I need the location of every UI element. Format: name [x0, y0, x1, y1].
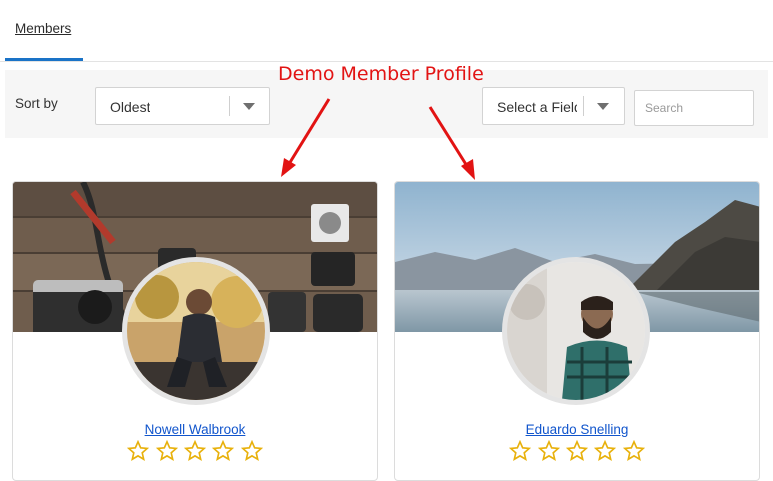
tab-members-label: Members	[15, 21, 72, 36]
avatar[interactable]	[122, 257, 270, 405]
field-select-divider	[583, 96, 584, 116]
annotation-arrowhead-left	[281, 158, 296, 177]
star-icon[interactable]	[212, 440, 235, 462]
member-name-link[interactable]: Eduardo Snelling	[395, 422, 759, 437]
star-icon[interactable]	[594, 440, 617, 462]
star-icon[interactable]	[240, 440, 263, 462]
sort-select-value: Oldest	[110, 99, 151, 115]
star-icon[interactable]	[622, 440, 645, 462]
sort-by-label: Sort by	[15, 96, 58, 111]
field-select[interactable]: Select a Field	[482, 87, 625, 125]
avatar[interactable]	[502, 257, 650, 405]
star-icon[interactable]	[509, 440, 532, 462]
chevron-down-icon[interactable]	[243, 103, 255, 110]
star-icon[interactable]	[155, 440, 178, 462]
tab-members[interactable]: Members	[5, 0, 83, 61]
star-icon[interactable]	[537, 440, 560, 462]
star-icon[interactable]	[566, 440, 588, 462]
sort-select-divider	[229, 96, 230, 116]
rating-stars[interactable]	[395, 440, 759, 467]
sort-select[interactable]: Oldest	[95, 87, 270, 125]
star-icon[interactable]	[127, 440, 150, 462]
chevron-down-icon[interactable]	[597, 103, 609, 110]
annotation-arrowhead-right	[461, 159, 475, 180]
tab-bar: Members	[0, 0, 773, 62]
annotation-label: Demo Member Profile	[278, 63, 484, 85]
search-input[interactable]	[634, 90, 754, 126]
member-card[interactable]: Eduardo Snelling	[394, 181, 760, 481]
field-select-value: Select a Field	[497, 99, 577, 115]
star-icon[interactable]	[184, 440, 206, 462]
member-card[interactable]: Nowell Walbrook	[12, 181, 378, 481]
rating-stars[interactable]	[13, 440, 377, 467]
member-name-link[interactable]: Nowell Walbrook	[13, 422, 377, 437]
